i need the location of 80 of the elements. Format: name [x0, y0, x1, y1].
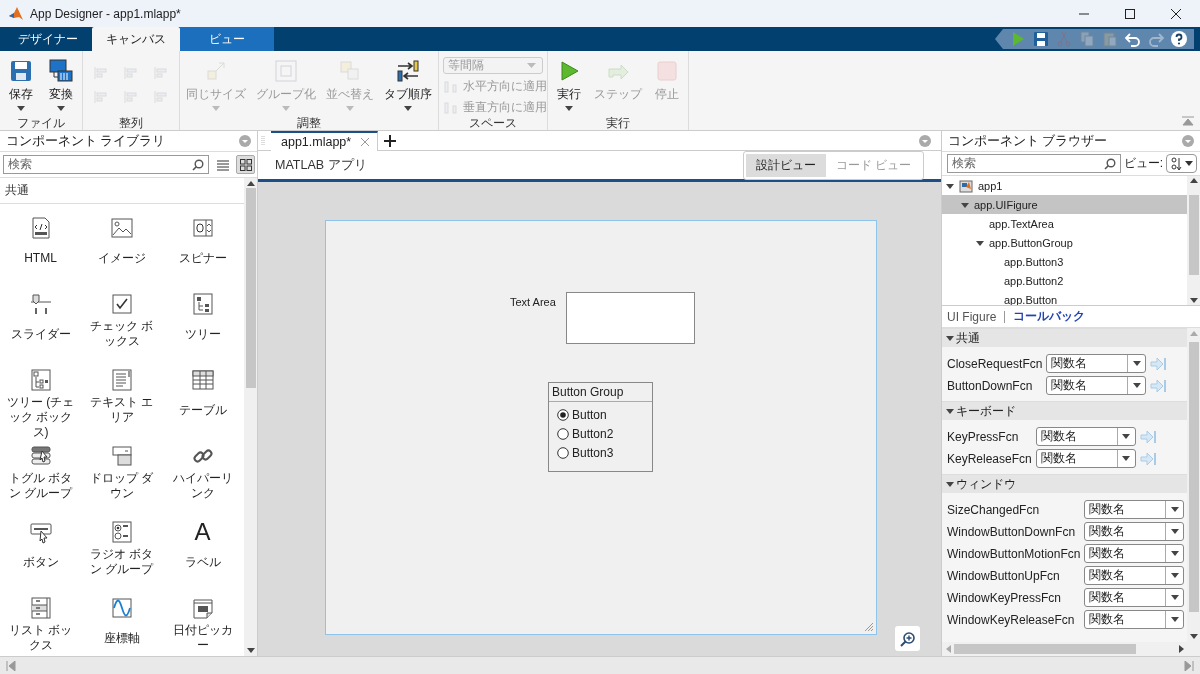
component-tile[interactable]: ツリー	[162, 292, 243, 368]
callback-dropdown[interactable]: 関数名	[1046, 376, 1147, 395]
property-label: SizeChangedFcn	[947, 502, 1041, 517]
ribbon-tab[interactable]: ビュー	[180, 27, 274, 51]
tree-node[interactable]: app.Button3	[942, 252, 1187, 271]
component-tile[interactable]: ハイパーリンク	[162, 444, 243, 520]
component-tile[interactable]: 日付ピッカー	[162, 596, 243, 656]
search-field[interactable]: 検索	[3, 155, 209, 174]
view-tab[interactable]: 設計ビュー	[745, 153, 826, 177]
ui-figure[interactable]: Text Area Button Group Button Button2 Button3	[325, 220, 877, 635]
property-label: WindowButtonDownFcn	[947, 524, 1077, 539]
ribbon-tab[interactable]: キャンバス	[92, 27, 180, 51]
radio-label: Button	[572, 407, 607, 422]
group-title: Button Group	[549, 383, 652, 402]
property-label: ButtonDownFcn	[947, 378, 1034, 393]
section-header[interactable]: キーボード	[942, 401, 1187, 420]
component-tile[interactable]: 座標軸	[81, 596, 162, 656]
callback-dropdown[interactable]: 関数名	[1035, 427, 1136, 446]
group-label: スペース	[468, 116, 518, 130]
property-label: WindowButtonUpFcn	[947, 568, 1061, 583]
tree-node[interactable]: app.UIFigure	[942, 195, 1187, 214]
panel-title: コンポーネント ブラウザー	[948, 132, 1108, 150]
component-tile[interactable]: トグル ボタン グループ	[0, 444, 81, 520]
app-title: MATLAB アプリ	[275, 156, 367, 174]
tree-node[interactable]: app.ButtonGroup	[942, 233, 1187, 252]
property-label: WindowKeyPressFcn	[947, 590, 1063, 605]
property-label: KeyReleaseFcn	[947, 451, 1032, 466]
callback-dropdown[interactable]: 関数名	[1084, 610, 1185, 629]
tree-node[interactable]: app.Button2	[942, 271, 1187, 290]
property-label: WindowKeyReleaseFcn	[947, 612, 1076, 627]
ribbon-button[interactable]: 保存	[4, 55, 38, 115]
callback-dropdown[interactable]: 関数名	[1035, 449, 1136, 468]
ribbon-button[interactable]: 変換	[44, 55, 78, 115]
radio-label: Button2	[572, 426, 614, 441]
inspector-tab[interactable]: UI Figure	[947, 309, 997, 324]
document-tab[interactable]: app1.mlapp*	[271, 130, 379, 151]
ribbon-button[interactable]: 実行	[552, 55, 586, 115]
radio-label: Button3	[572, 445, 614, 460]
property-label: WindowButtonMotionFcn	[947, 546, 1081, 561]
property-label: KeyPressFcn	[947, 429, 1020, 444]
callback-dropdown[interactable]: 関数名	[1046, 354, 1147, 373]
section-header[interactable]: 共通	[942, 328, 1187, 347]
text-area-label: Text Area	[510, 296, 556, 308]
component-tile[interactable]: スピナー	[162, 216, 243, 292]
component-tile[interactable]: リスト ボックス	[0, 596, 81, 656]
inspector-tab[interactable]: コールバック	[1013, 308, 1086, 325]
button-group[interactable]: Button Group Button Button2 Button3	[548, 382, 653, 472]
group-label: ファイル	[16, 116, 66, 130]
group-label: 実行	[605, 116, 631, 130]
tree-node[interactable]: app1	[942, 176, 1187, 195]
group-label: 調整	[296, 116, 322, 130]
callback-dropdown[interactable]: 関数名	[1084, 544, 1185, 563]
callback-dropdown[interactable]: 関数名	[1084, 566, 1185, 585]
component-tile[interactable]: チェック ボックス	[81, 292, 162, 368]
callback-dropdown[interactable]: 関数名	[1084, 522, 1185, 541]
group-label: 整列	[118, 116, 144, 130]
component-tile[interactable]: テキスト エリア	[81, 368, 162, 444]
ribbon-button[interactable]: タブ順序	[382, 55, 434, 115]
component-tile[interactable]: テーブル	[162, 368, 243, 444]
callback-dropdown[interactable]: 関数名	[1084, 500, 1185, 519]
tree-node[interactable]: app.TextArea	[942, 214, 1187, 233]
component-tile[interactable]: ボタン	[0, 520, 81, 596]
window-title: App Designer - app1.mlapp*	[30, 6, 182, 21]
component-tile[interactable]: スライダー	[0, 292, 81, 368]
component-tile[interactable]: ドロップ ダウン	[81, 444, 162, 520]
view-label: ビュー:	[1123, 155, 1163, 172]
search-field[interactable]: 検索	[947, 154, 1121, 173]
tree-node[interactable]: app.Button	[942, 290, 1187, 305]
panel-title: コンポーネント ライブラリ	[6, 132, 166, 150]
letter-icon: A	[194, 520, 211, 544]
property-label: CloseRequestFcn	[947, 356, 1043, 371]
section-header[interactable]: ウィンドウ	[942, 474, 1187, 493]
component-tile[interactable]: ラジオ ボタン グループ	[81, 520, 162, 596]
component-tile[interactable]: HTML	[0, 216, 81, 292]
component-tile[interactable]: ツリー (チェック ボックス)	[0, 368, 81, 444]
component-tile[interactable]: イメージ	[81, 216, 162, 292]
section-header: 共通	[0, 178, 244, 204]
component-tile[interactable]: A ラベル	[162, 520, 243, 596]
ribbon-tab[interactable]: デザイナー	[4, 27, 92, 51]
callback-dropdown[interactable]: 関数名	[1084, 588, 1185, 607]
